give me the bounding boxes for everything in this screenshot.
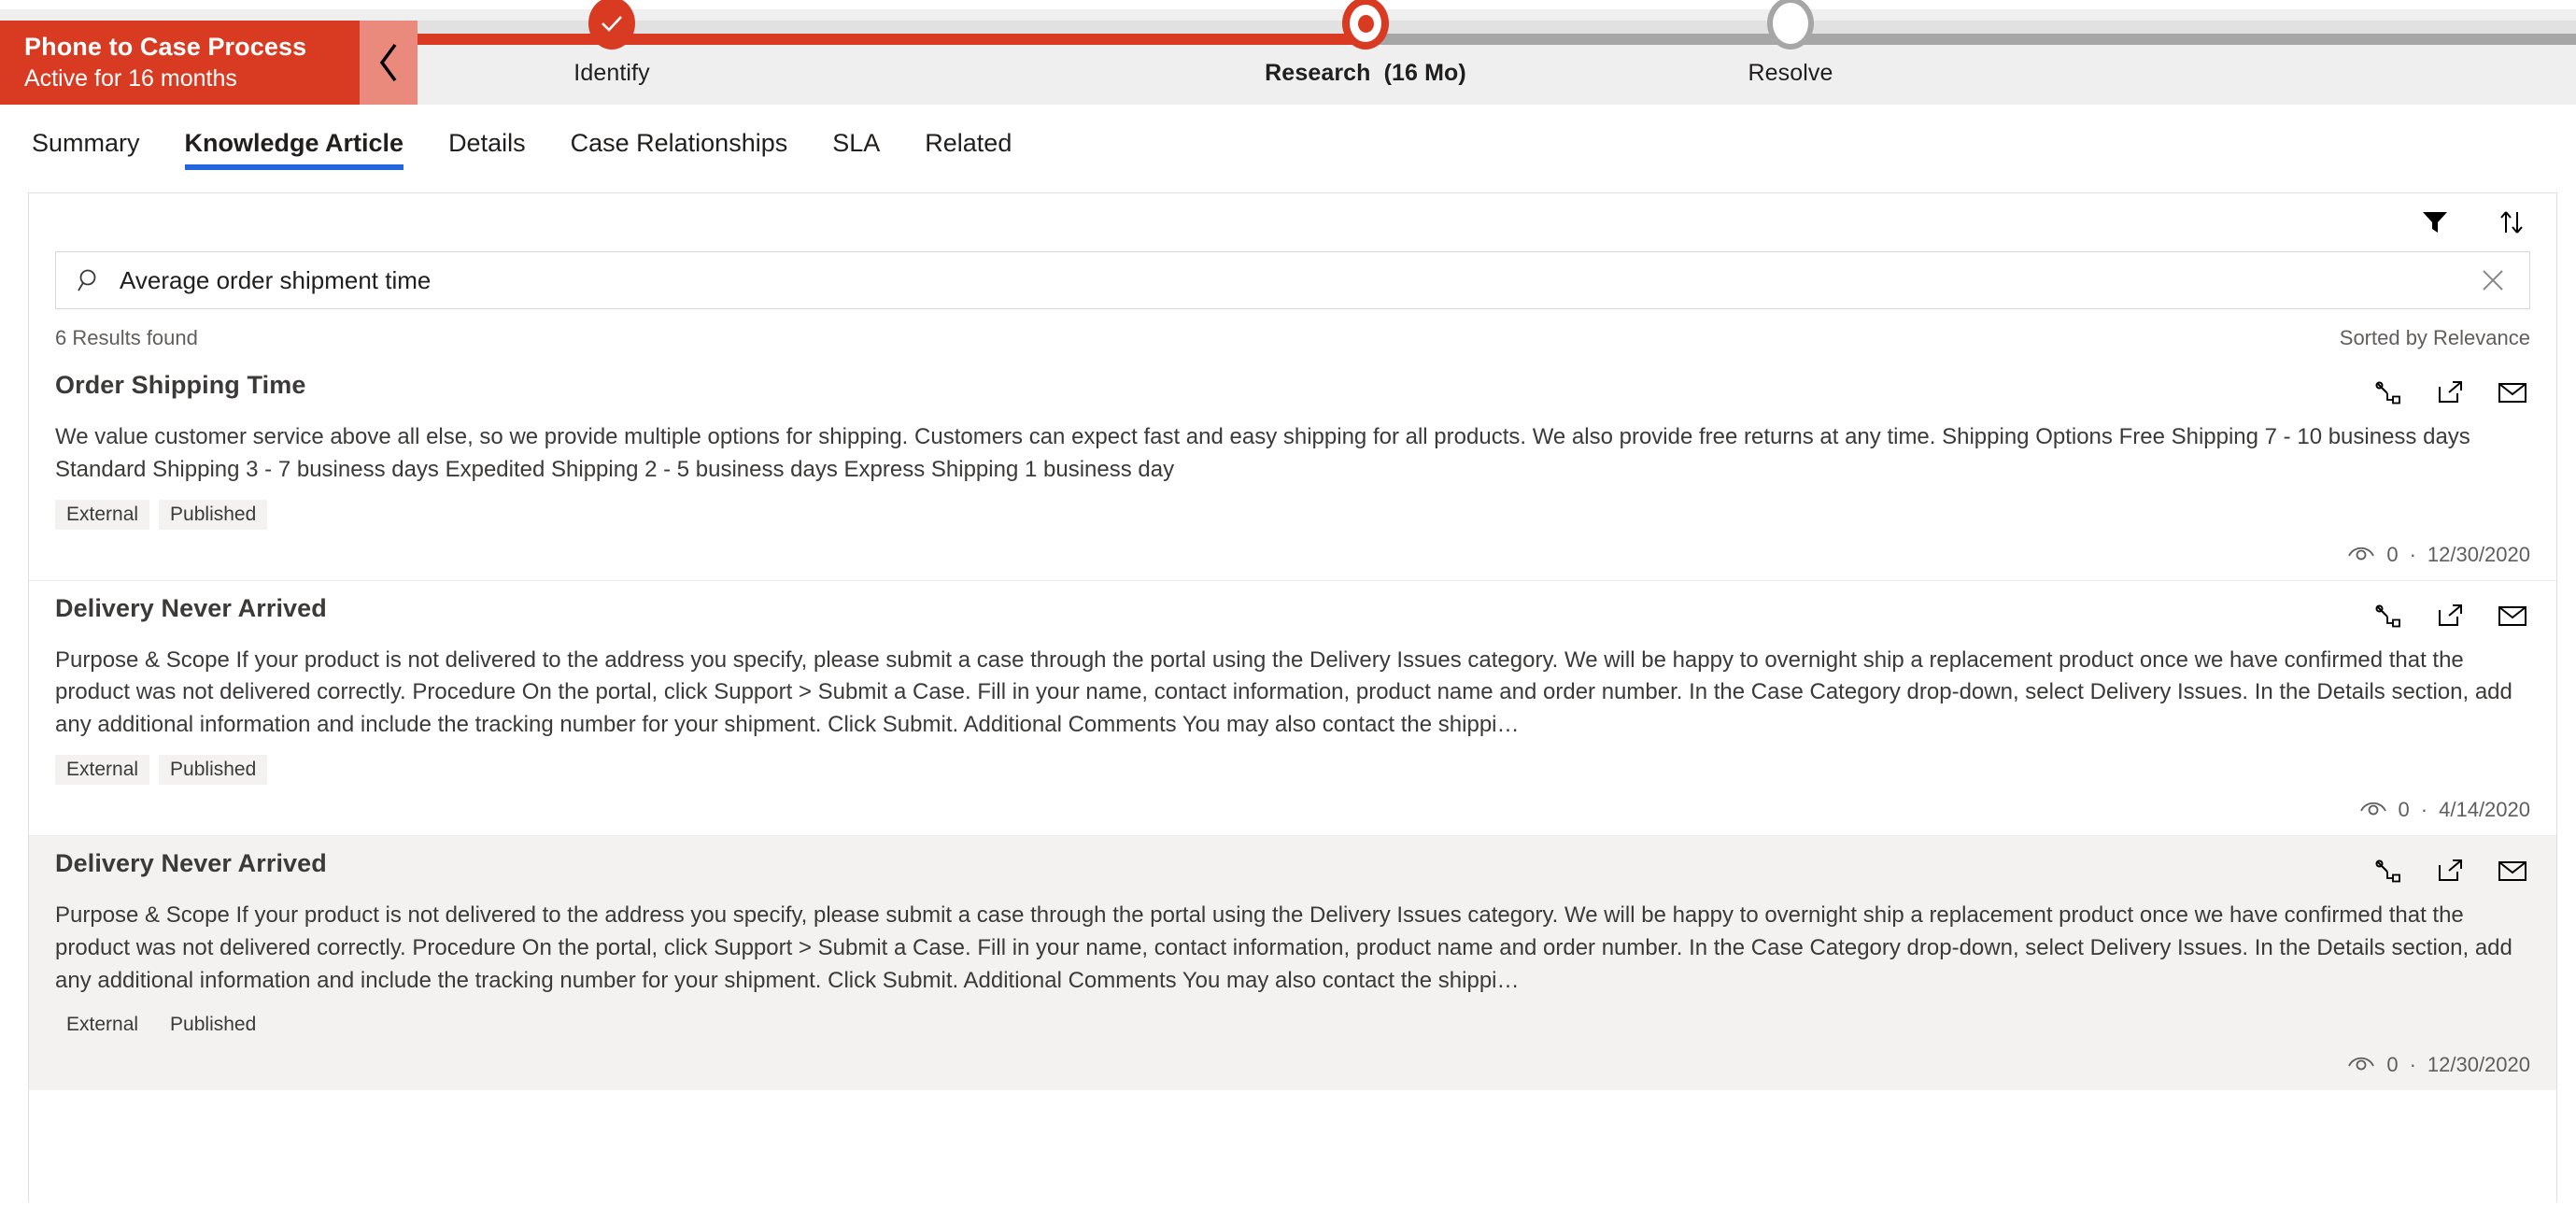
process-title: Phone to Case Process	[24, 32, 307, 61]
tab-case-relationships[interactable]: Case Relationships	[548, 105, 811, 181]
result-tag-group: External Published	[55, 1010, 2530, 1040]
knowledge-results-list: Order Shipping Time We value customer se…	[29, 358, 2556, 1202]
results-count-label: 6 Results found	[55, 326, 198, 349]
view-count-value: 0	[2386, 1053, 2399, 1077]
view-count-group: 0	[2347, 542, 2399, 567]
bpf-stage-identify[interactable]: Identify	[425, 0, 799, 87]
process-title-box[interactable]: Phone to Case Process Active for 16 mont…	[0, 21, 360, 105]
stage-label-identify: Identify	[573, 60, 650, 86]
link-article-icon[interactable]	[2371, 598, 2407, 633]
target-inner-dot	[1357, 14, 1374, 33]
bpf-stage-research[interactable]: Research (16 Mo)	[1179, 0, 1552, 87]
result-tag: External	[55, 499, 150, 530]
result-date: 12/30/2020	[2427, 542, 2530, 566]
eye-icon	[2347, 1053, 2375, 1077]
form-tab-bar: Summary Knowledge Article Details Case R…	[0, 105, 2576, 181]
email-article-icon[interactable]	[2495, 598, 2530, 633]
result-tag: External	[66, 1014, 139, 1036]
result-tag-group: External Published	[55, 499, 2530, 530]
link-article-icon[interactable]	[2371, 853, 2407, 888]
result-tag: Published	[159, 499, 268, 530]
result-action-group	[2371, 371, 2530, 410]
process-collapse-button[interactable]	[360, 21, 418, 105]
results-sort-label[interactable]: Sorted by Relevance	[2340, 326, 2530, 350]
knowledge-result-item[interactable]: Order Shipping Time We value customer se…	[29, 358, 2556, 580]
stage-label-research: Research (16 Mo)	[1265, 60, 1466, 86]
sort-arrows-icon[interactable]	[2493, 204, 2530, 241]
result-footer: 0 · 12/30/2020	[55, 530, 2530, 580]
stage-label-resolve: Resolve	[1748, 60, 1833, 86]
result-footer: 0 · 4/14/2020	[55, 785, 2530, 835]
link-article-icon[interactable]	[2371, 375, 2407, 410]
tab-label: Case Relationships	[570, 128, 788, 157]
tab-knowledge-article[interactable]: Knowledge Article	[163, 105, 427, 181]
tab-related[interactable]: Related	[902, 105, 1034, 181]
open-in-new-window-icon[interactable]	[2433, 375, 2469, 410]
eye-icon	[2359, 798, 2387, 822]
close-icon[interactable]	[2473, 261, 2512, 300]
result-date: 4/14/2020	[2439, 797, 2530, 821]
eye-icon	[2347, 543, 2375, 567]
view-count-group: 0	[2347, 1053, 2399, 1077]
result-action-group	[2371, 849, 2530, 888]
tab-details[interactable]: Details	[426, 105, 548, 181]
result-footer: 0 · 12/30/2020	[55, 1040, 2530, 1090]
view-count-group: 0	[2359, 798, 2410, 822]
result-header: Delivery Never Arrived	[55, 594, 2530, 633]
result-date: 12/30/2020	[2427, 1053, 2530, 1077]
result-tag: Published	[159, 754, 268, 785]
view-count-value: 0	[2386, 542, 2399, 566]
footer-separator: ·	[2420, 797, 2428, 821]
footer-separator: ·	[2409, 1053, 2416, 1077]
stage-duration-research: (16 Mo)	[1383, 60, 1466, 86]
result-header: Delivery Never Arrived	[55, 849, 2530, 888]
result-title[interactable]: Order Shipping Time	[55, 371, 305, 400]
knowledge-search-panel: 6 Results found Sorted by Relevance Orde…	[28, 192, 2557, 1202]
result-snippet: We value customer service above all else…	[55, 424, 2470, 482]
stage-marker-resolve	[1604, 0, 1977, 60]
filter-funnel-icon[interactable]	[2416, 204, 2454, 241]
process-subtitle: Active for 16 months	[24, 65, 237, 92]
results-meta-row: 6 Results found Sorted by Relevance	[29, 309, 2556, 358]
tab-label: Details	[448, 128, 526, 157]
result-tag: Published	[170, 1014, 257, 1036]
open-in-new-window-icon[interactable]	[2433, 853, 2469, 888]
view-count-value: 0	[2398, 797, 2410, 821]
search-icon	[77, 267, 103, 293]
result-title[interactable]: Delivery Never Arrived	[55, 594, 327, 623]
email-article-icon[interactable]	[2495, 853, 2530, 888]
tab-summary[interactable]: Summary	[32, 105, 163, 181]
result-action-group	[2371, 594, 2530, 633]
stage-marker-research	[1179, 0, 1552, 60]
target-circle-icon	[1342, 0, 1389, 50]
bpf-stage-track: Identify Research (16 Mo) Resolve	[418, 0, 2576, 105]
knowledge-panel-toolbar	[29, 193, 2556, 251]
knowledge-result-item[interactable]: Delivery Never Arrived Purpose & Scope I…	[29, 579, 2556, 835]
check-circle-icon	[588, 0, 635, 50]
result-snippet: Purpose & Scope If your product is not d…	[55, 902, 2512, 993]
result-header: Order Shipping Time	[55, 371, 2530, 410]
stage-marker-identify	[425, 0, 799, 60]
chevron-left-icon	[376, 42, 401, 83]
knowledge-search-input[interactable]	[120, 265, 2473, 295]
tab-label: SLA	[832, 128, 881, 157]
tab-label: Knowledge Article	[184, 128, 404, 157]
knowledge-result-item[interactable]: Delivery Never Arrived Purpose & Scope I…	[29, 834, 2556, 1091]
tab-sla[interactable]: SLA	[810, 105, 902, 181]
footer-separator: ·	[2409, 542, 2416, 566]
knowledge-search-box[interactable]	[55, 251, 2530, 309]
result-title[interactable]: Delivery Never Arrived	[55, 849, 327, 878]
knowledge-search-wrapper	[29, 251, 2556, 309]
open-in-new-window-icon[interactable]	[2433, 598, 2469, 633]
tab-label: Related	[925, 128, 1012, 157]
email-article-icon[interactable]	[2495, 375, 2530, 410]
bpf-stage-resolve[interactable]: Resolve	[1604, 0, 1977, 87]
tab-label: Summary	[32, 128, 140, 157]
business-process-flow-bar: Phone to Case Process Active for 16 mont…	[0, 0, 2576, 105]
result-tag-group: External Published	[55, 754, 2530, 785]
empty-circle-icon	[1767, 0, 1814, 50]
result-tag: External	[55, 754, 150, 785]
result-snippet: Purpose & Scope If your product is not d…	[55, 646, 2512, 738]
